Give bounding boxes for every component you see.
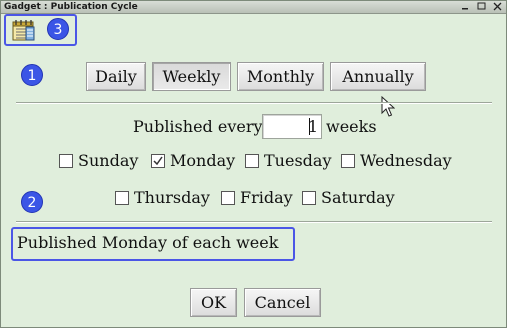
- frequency-monthly-button[interactable]: Monthly: [237, 62, 324, 91]
- minimize-icon[interactable]: [460, 2, 471, 11]
- separator-top: [16, 102, 492, 104]
- friday-label: Friday: [240, 188, 293, 207]
- thursday-label: Thursday: [134, 188, 210, 207]
- wednesday-checkbox[interactable]: [341, 154, 355, 168]
- publication-cycle-dialog: Gadget : Publication Cycle 3 1 Daily Wee…: [0, 0, 507, 328]
- separator-bottom: [16, 221, 492, 223]
- frequency-annually-button[interactable]: Annually: [330, 62, 426, 91]
- annotation-badge-2: 2: [21, 191, 43, 213]
- monday-label: Monday: [170, 151, 236, 170]
- tuesday-label: Tuesday: [264, 151, 332, 170]
- frequency-daily-button[interactable]: Daily: [86, 62, 146, 91]
- annotation-badge-1: 1: [21, 64, 43, 86]
- monday-checkbox[interactable]: [151, 154, 165, 168]
- tuesday-checkbox[interactable]: [245, 154, 259, 168]
- annotation-badge-3: 3: [47, 18, 69, 40]
- interval-prefix-label: Published every: [133, 117, 263, 136]
- interval-suffix-label: weeks: [326, 117, 377, 136]
- frequency-weekly-button[interactable]: Weekly: [152, 62, 231, 91]
- friday-checkbox[interactable]: [221, 191, 235, 205]
- sunday-checkbox[interactable]: [59, 154, 73, 168]
- cancel-button[interactable]: Cancel: [244, 288, 321, 317]
- maximize-icon[interactable]: [476, 2, 487, 11]
- saturday-label: Saturday: [321, 188, 395, 207]
- wednesday-label: Wednesday: [360, 151, 452, 170]
- ok-button[interactable]: OK: [190, 288, 237, 317]
- thursday-checkbox[interactable]: [115, 191, 129, 205]
- window-title: Gadget : Publication Cycle: [4, 2, 138, 12]
- publication-summary-text: Published Monday of each week: [17, 233, 279, 252]
- title-bar[interactable]: Gadget : Publication Cycle: [1, 1, 506, 14]
- interval-input[interactable]: 1: [262, 114, 322, 139]
- mouse-pointer-icon: [381, 95, 396, 118]
- sunday-label: Sunday: [78, 151, 139, 170]
- saturday-checkbox[interactable]: [302, 191, 316, 205]
- text-caret: [309, 118, 310, 135]
- close-icon[interactable]: [492, 2, 503, 11]
- publication-calendar-icon[interactable]: [12, 19, 36, 41]
